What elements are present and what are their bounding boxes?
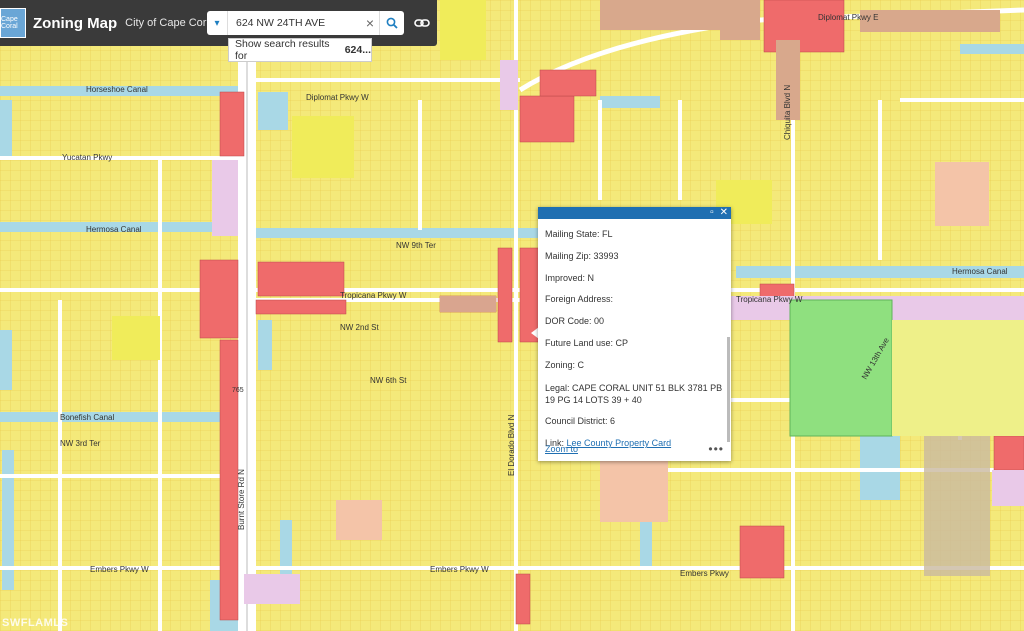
search-button[interactable]	[379, 11, 404, 35]
share-link-button[interactable]	[410, 11, 434, 35]
field-foreign-address: Foreign Address:	[545, 294, 614, 305]
mls-watermark: SWFLAMLS	[2, 617, 69, 629]
popup-body: Mailing State: FL Mailing Zip: 33993 Imp…	[538, 219, 731, 449]
field-improved: Improved: N	[545, 272, 595, 283]
field-legal: Legal: CAPE CORAL UNIT 51 BLK 3781 PB 19…	[545, 382, 723, 405]
label-burnt-store: Burnt Store Rd N	[237, 469, 246, 530]
label-route-765: 765	[232, 387, 244, 394]
search-input[interactable]: 624 NW 24TH AVE	[228, 17, 361, 29]
field-zoning: Zoning: C	[545, 359, 585, 370]
search-box[interactable]: ▾ 624 NW 24TH AVE ×	[207, 11, 404, 35]
link-icon	[414, 19, 430, 27]
label-hermosa-canal-w: Hermosa Canal	[86, 225, 142, 234]
suggestion-query: 624...	[344, 44, 371, 56]
label-bonefish-canal: Bonefish Canal	[60, 413, 114, 422]
search-suggestion[interactable]: Show search results for 624...	[228, 38, 372, 62]
zoom-to-link[interactable]: Zoom to	[545, 444, 578, 454]
feature-popup: ▫ ✕ Mailing State: FL Mailing Zip: 33993…	[538, 207, 731, 461]
close-icon: ×	[365, 15, 375, 31]
park-zone	[789, 299, 893, 437]
transitional-zone	[440, 296, 496, 312]
label-embers-pkwy-c: Embers Pkwy W	[430, 565, 489, 574]
label-nw-3rd-ter: NW 3rd Ter	[60, 439, 101, 448]
label-diplomat-pkwy: Diplomat Pkwy W	[306, 93, 369, 102]
label-tropicana-pkwy-w: Tropicana Pkwy W	[340, 291, 407, 300]
suggestion-prefix: Show search results for	[235, 38, 330, 62]
field-mailing-zip: Mailing Zip: 33993	[545, 250, 619, 261]
clear-search-button[interactable]: ×	[361, 15, 379, 31]
label-diplomat-pkwy-e: Diplomat Pkwy E	[818, 13, 878, 22]
search-icon	[386, 17, 398, 29]
label-el-dorado: El Dorado Blvd N	[507, 414, 516, 476]
popup-header: ▫ ✕	[538, 207, 731, 219]
popup-scrollbar[interactable]	[727, 337, 730, 442]
label-tropicana-pkwy-e: Tropicana Pkwy W	[736, 295, 803, 304]
close-icon[interactable]: ✕	[720, 208, 728, 218]
field-council-district: Council District: 6	[545, 416, 616, 427]
light-zone	[892, 320, 1024, 436]
chevron-down-icon: ▾	[214, 17, 220, 29]
app-title: Zoning Map	[33, 14, 118, 32]
label-embers-pkwy-e: Embers Pkwy	[680, 569, 729, 578]
label-hermosa-canal-e: Hermosa Canal	[952, 267, 1008, 276]
maximize-icon[interactable]: ▫	[710, 208, 714, 218]
zoning-map[interactable]: Horseshoe Canal Diplomat Pkwy W Yucatan …	[0, 0, 1024, 631]
more-actions-button[interactable]: •••	[708, 442, 724, 456]
label-yucatan-pkwy: Yucatan Pkwy	[62, 153, 112, 162]
label-chiquita: Chiquita Blvd N	[783, 85, 792, 140]
field-future-land-use: Future Land use: CP	[545, 337, 629, 348]
label-nw-6th-st: NW 6th St	[370, 376, 407, 385]
city-logo: Cape Coral	[0, 8, 26, 38]
field-dor-code: DOR Code: 00	[545, 316, 605, 327]
popup-footer: Zoom to •••	[545, 442, 724, 456]
search-source-dropdown[interactable]: ▾	[207, 11, 228, 35]
label-embers-pkwy-w: Embers Pkwy W	[90, 565, 149, 574]
field-mailing-state: Mailing State: FL	[545, 229, 613, 239]
logo-text: Cape Coral	[1, 16, 18, 30]
label-nw-2nd-st: NW 2nd St	[340, 323, 379, 332]
label-nw-9th-ter: NW 9th Ter	[396, 241, 436, 250]
label-horseshoe-canal: Horseshoe Canal	[86, 85, 148, 94]
